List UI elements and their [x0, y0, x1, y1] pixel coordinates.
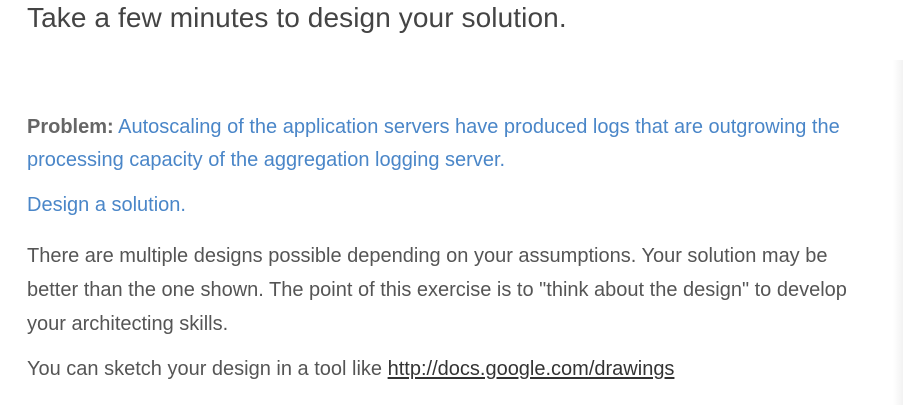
design-prompt: Design a solution.	[27, 194, 186, 216]
sketch-line: You can sketch your design in a tool lik…	[27, 358, 674, 381]
drawings-link[interactable]: http://docs.google.com/drawings	[388, 358, 675, 380]
slide: Take a few minutes to design your soluti…	[0, 0, 903, 405]
slide-title: Take a few minutes to design your soluti…	[27, 2, 567, 33]
problem-text: Autoscaling of the application servers h…	[27, 116, 840, 171]
problem-statement: Problem: Autoscaling of the application …	[27, 111, 857, 177]
problem-label: Problem:	[27, 116, 114, 138]
sketch-prefix: You can sketch your design in a tool lik…	[27, 358, 383, 380]
edge-shadow	[893, 60, 903, 405]
explanation-text: There are multiple designs possible depe…	[27, 245, 847, 335]
